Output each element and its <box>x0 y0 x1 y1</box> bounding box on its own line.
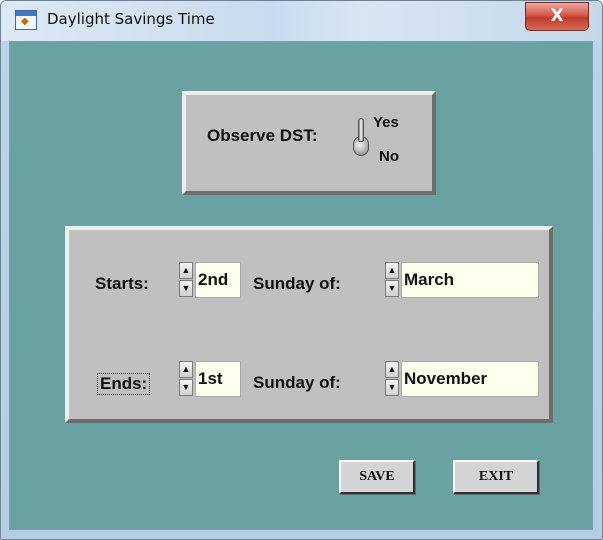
exit-button[interactable]: EXIT <box>453 460 539 494</box>
end-month-spinner[interactable]: ▲ ▼ <box>385 361 399 397</box>
close-button[interactable]: X <box>525 2 589 31</box>
spin-up-icon[interactable]: ▲ <box>179 262 193 279</box>
spin-up-icon[interactable]: ▲ <box>385 262 399 279</box>
start-month-field[interactable]: March <box>401 262 539 298</box>
observe-dst-label: Observe DST: <box>207 126 318 145</box>
spin-up-icon[interactable]: ▲ <box>179 361 193 378</box>
spin-down-icon[interactable]: ▼ <box>385 379 399 396</box>
spin-down-icon[interactable]: ▼ <box>385 280 399 297</box>
spin-down-icon[interactable]: ▼ <box>179 280 193 297</box>
window-app-icon[interactable]: ◆ <box>15 10 37 30</box>
observe-dst-panel: Observe DST: Yes No <box>182 91 436 195</box>
dst-yes-label: Yes <box>373 114 399 131</box>
start-sunday-of-label: Sunday of: <box>253 274 341 293</box>
dst-dates-panel: Starts: ▲ ▼ 2nd Sunday of: ▲ ▼ March End… <box>65 226 553 423</box>
end-month-field[interactable]: November <box>401 361 539 397</box>
start-ordinal-spinner[interactable]: ▲ ▼ <box>179 262 193 298</box>
end-sunday-of-label: Sunday of: <box>253 373 341 392</box>
spin-up-icon[interactable]: ▲ <box>385 361 399 378</box>
end-ordinal-field[interactable]: 1st <box>195 361 241 397</box>
toggle-lever <box>358 118 364 142</box>
dialog-client-area: Observe DST: Yes No Starts: ▲ ▼ 2nd Sund… <box>9 41 593 530</box>
save-button[interactable]: SAVE <box>339 460 415 494</box>
dst-toggle-switch[interactable] <box>352 116 370 158</box>
starts-label: Starts: <box>95 274 149 293</box>
title-bar[interactable]: ◆ Daylight Savings Time X <box>1 1 602 41</box>
end-ordinal-spinner[interactable]: ▲ ▼ <box>179 361 193 397</box>
window-title: Daylight Savings Time <box>47 10 215 28</box>
start-month-spinner[interactable]: ▲ ▼ <box>385 262 399 298</box>
ends-label: Ends: <box>97 373 151 395</box>
spin-down-icon[interactable]: ▼ <box>179 379 193 396</box>
dst-no-label: No <box>379 148 399 165</box>
start-ordinal-field[interactable]: 2nd <box>195 262 241 298</box>
dst-window: ◆ Daylight Savings Time X Observe DST: Y… <box>0 0 603 540</box>
